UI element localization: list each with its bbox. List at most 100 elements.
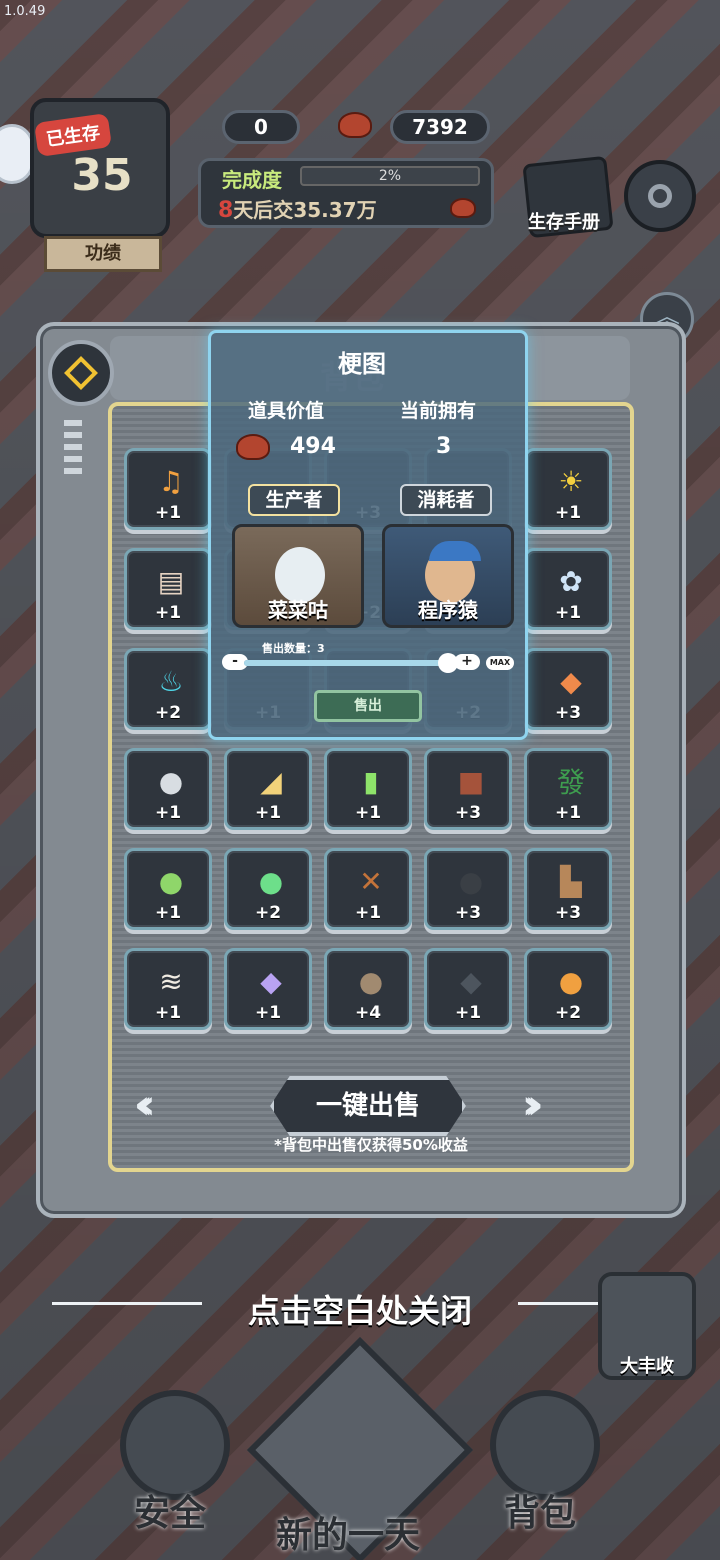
due-amount: 35.37万 bbox=[293, 198, 377, 222]
inventory-slot[interactable]: ◆ +1 bbox=[424, 948, 512, 1030]
next-page-button[interactable]: ››› bbox=[522, 1082, 544, 1128]
drumstick-icon: ● bbox=[558, 964, 584, 998]
meat-icon bbox=[236, 434, 270, 460]
chat-button[interactable] bbox=[0, 124, 34, 184]
due-days: 8 bbox=[218, 198, 234, 223]
boots-icon: ▙ bbox=[560, 864, 582, 898]
item-count: +1 bbox=[554, 603, 582, 623]
version-label: 1.0.49 bbox=[4, 4, 46, 19]
seal-icon: ● bbox=[158, 764, 184, 798]
inventory-slot[interactable]: ✕ +1 bbox=[324, 848, 412, 930]
inventory-slot[interactable]: ■ +3 bbox=[424, 748, 512, 830]
harvest-label: 大丰收 bbox=[620, 1356, 674, 1377]
merit-button[interactable]: 功绩 bbox=[44, 236, 162, 272]
inventory-slot[interactable]: ● +1 bbox=[124, 848, 212, 930]
meat-counter: 7392 bbox=[390, 110, 490, 144]
item-count: +1 bbox=[554, 503, 582, 523]
double-chevron-left-icon: ‹‹‹ bbox=[134, 1082, 156, 1128]
blue-flame-icon: ♨ bbox=[158, 664, 184, 698]
music-note-icon: ♫ bbox=[158, 464, 184, 498]
panel-side-decoration bbox=[64, 420, 82, 476]
item-count: +3 bbox=[454, 903, 482, 923]
quantity-max-button[interactable]: MAX bbox=[486, 656, 514, 670]
item-count: +3 bbox=[554, 703, 582, 723]
inventory-slot[interactable]: ◢ +1 bbox=[224, 748, 312, 830]
crystal-icon: ◆ bbox=[260, 964, 282, 998]
inventory-slot[interactable]: ♨ +2 bbox=[124, 648, 212, 730]
green-drop-icon: ● bbox=[258, 864, 284, 898]
completion-bar: 2% bbox=[300, 166, 480, 186]
scroll-icon: ▤ bbox=[157, 564, 185, 598]
popup-title: 梗图 bbox=[338, 350, 386, 378]
inventory-slot[interactable]: ● +4 bbox=[324, 948, 412, 1030]
inventory-slot[interactable]: ● +2 bbox=[224, 848, 312, 930]
sell-all-button[interactable]: 一键出售 bbox=[270, 1076, 466, 1136]
due-text: 8天后交35.37万 bbox=[218, 194, 377, 223]
gear-icon bbox=[648, 184, 672, 208]
item-count: +1 bbox=[354, 903, 382, 923]
completion-label: 完成度 bbox=[222, 168, 282, 192]
item-count: +2 bbox=[254, 903, 282, 923]
nav-new-day-label: 新的一天 bbox=[276, 1515, 421, 1556]
item-price: 494 bbox=[290, 434, 336, 459]
sell-quantity-label: 售出数量：3 bbox=[262, 642, 325, 655]
owned-label: 当前拥有 bbox=[400, 400, 477, 422]
koi-fish-icon: ◆ bbox=[560, 664, 582, 698]
inventory-slot[interactable]: ◆ +3 bbox=[524, 648, 612, 730]
inventory-slot[interactable]: 發 +1 bbox=[524, 748, 612, 830]
consumer-name: 程序猿 bbox=[418, 598, 478, 622]
producer-name: 菜菜咕 bbox=[268, 598, 328, 622]
sell-button[interactable]: 售出 bbox=[314, 690, 422, 722]
inventory-slot[interactable]: ▙ +3 bbox=[524, 848, 612, 930]
due-meat-icon bbox=[450, 198, 476, 218]
item-count: +1 bbox=[254, 1003, 282, 1023]
quantity-slider[interactable] bbox=[244, 653, 458, 673]
diamond-icon bbox=[64, 356, 98, 390]
item-count: +3 bbox=[554, 903, 582, 923]
sun-icon: ☀ bbox=[558, 464, 584, 498]
survived-days: 35 bbox=[71, 150, 133, 201]
inventory-slot[interactable]: ● +1 bbox=[124, 748, 212, 830]
inventory-slot[interactable]: ✿ +1 bbox=[524, 548, 612, 630]
inventory-slot[interactable]: ◆ +1 bbox=[224, 948, 312, 1030]
completion-percent: 2% bbox=[378, 168, 402, 184]
producer-portrait[interactable]: 菜菜咕 bbox=[232, 524, 364, 628]
slider-fill bbox=[244, 660, 448, 666]
item-count: +1 bbox=[554, 803, 582, 823]
item-count: +1 bbox=[454, 1003, 482, 1023]
inventory-slot[interactable]: ● +3 bbox=[424, 848, 512, 930]
settings-button[interactable] bbox=[624, 160, 696, 232]
due-label: 天后交 bbox=[233, 198, 294, 222]
ore-icon: ◆ bbox=[460, 964, 482, 998]
frog-icon: ● bbox=[158, 864, 184, 898]
owned-count: 3 bbox=[436, 434, 452, 459]
skewer-icon: ✕ bbox=[359, 864, 383, 898]
item-count: +3 bbox=[454, 803, 482, 823]
fish-bone-icon: ≋ bbox=[159, 964, 183, 998]
nav-safe-label: 安全 bbox=[134, 1493, 207, 1534]
mahjong-fa-tile-icon: 發 bbox=[556, 766, 585, 799]
item-count: +1 bbox=[154, 1003, 182, 1023]
meat-icon bbox=[338, 112, 372, 138]
item-value-label: 道具价值 bbox=[248, 400, 325, 422]
inventory-slot[interactable]: ● +2 bbox=[524, 948, 612, 1030]
item-count: +1 bbox=[254, 803, 282, 823]
item-count: +2 bbox=[154, 703, 182, 723]
inventory-slot[interactable]: ☀ +1 bbox=[524, 448, 612, 530]
mahjong-red-tile-icon: ■ bbox=[457, 764, 485, 798]
prev-page-button[interactable]: ‹‹‹ bbox=[134, 1082, 156, 1128]
quantity-plus-button[interactable]: + bbox=[454, 654, 480, 670]
consumer-portrait[interactable]: 程序猿 bbox=[382, 524, 514, 628]
inventory-slot[interactable]: ▤ +1 bbox=[124, 548, 212, 630]
inventory-slot[interactable]: ≋ +1 bbox=[124, 948, 212, 1030]
handbook-label: 生存手册 bbox=[528, 212, 600, 233]
panel-menu-button[interactable] bbox=[48, 340, 114, 406]
consumer-tag: 消耗者 bbox=[400, 484, 492, 516]
item-count: +1 bbox=[154, 503, 182, 523]
item-count: +1 bbox=[154, 803, 182, 823]
sell-note: *背包中出售仅获得50%收益 bbox=[274, 1136, 468, 1154]
inventory-slot[interactable]: ♫ +1 bbox=[124, 448, 212, 530]
flower-icon: ✿ bbox=[559, 564, 583, 598]
inventory-slot[interactable]: ▮ +1 bbox=[324, 748, 412, 830]
item-count: +4 bbox=[354, 1003, 382, 1023]
